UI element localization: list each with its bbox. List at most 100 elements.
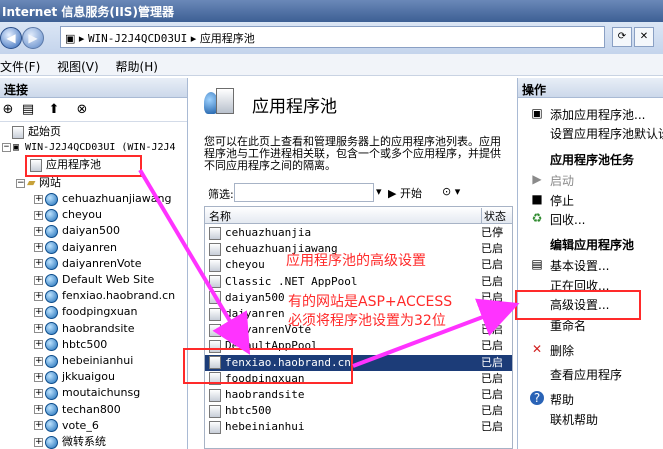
action-set-defaults[interactable]: 设置应用程序池默认设置	[550, 125, 663, 142]
tree-site[interactable]: + cehuazhuanjiawang	[34, 191, 171, 207]
edit-header: 编辑应用程序池	[550, 238, 635, 252]
expand-icon[interactable]: +	[34, 243, 43, 253]
tree-start-page[interactable]: 起始页	[12, 124, 61, 140]
table-row[interactable]: haobrandsite 已启	[205, 387, 512, 403]
tree-site[interactable]: + vote_6	[34, 418, 99, 434]
table-row[interactable]: hebeinianhui 已启	[205, 419, 512, 435]
expand-icon[interactable]: +	[34, 405, 43, 415]
tree-site[interactable]: + fenxiao.haobrand.cn	[34, 288, 175, 304]
tree-sites[interactable]: − ▰ 网站	[16, 175, 61, 191]
filter-row: 筛选: ▾ ▶ 开始 ⊙ ▾	[204, 182, 510, 204]
globe-icon	[45, 192, 58, 206]
menu-view[interactable]: 视图(V)	[53, 54, 108, 75]
refresh-icon[interactable]: ⟳	[612, 27, 632, 47]
globe-icon	[45, 257, 58, 271]
globe-icon	[45, 241, 58, 255]
action-view-applications[interactable]: 查看应用程序	[550, 366, 622, 383]
action-delete[interactable]: 删除	[550, 342, 574, 359]
tree-site[interactable]: + jkkuaigou	[34, 369, 115, 385]
tree-site[interactable]: + haobrandsite	[34, 321, 135, 337]
back-button[interactable]: ◀	[0, 27, 22, 49]
column-name[interactable]: 名称	[209, 208, 231, 224]
tasks-header: 应用程序池任务	[550, 153, 635, 167]
globe-icon	[45, 305, 58, 319]
expand-icon[interactable]: +	[34, 226, 43, 236]
action-recycle[interactable]: 回收...	[550, 211, 585, 228]
action-stop[interactable]: 停止	[550, 192, 574, 209]
tree-site[interactable]: + daiyanrenVote	[34, 256, 142, 272]
window-title: Internet 信息服务(IIS)管理器	[0, 0, 663, 22]
expand-icon[interactable]: +	[34, 194, 43, 204]
action-basic-settings[interactable]: 基本设置...	[550, 257, 609, 274]
collapse-icon[interactable]: −	[16, 178, 25, 188]
breadcrumb-server[interactable]: WIN-J2J4QCD03UI	[88, 32, 187, 45]
up-folder-icon[interactable]: ⬆	[46, 102, 62, 118]
recycle-icon: ♻	[531, 211, 543, 225]
app-pool-icon	[209, 404, 221, 418]
tree-site[interactable]: + hbtc500	[34, 337, 107, 353]
expand-icon[interactable]: +	[34, 372, 43, 382]
collapse-icon[interactable]: −	[2, 142, 11, 152]
annotation-line3: 必须将程序池设置为32位	[288, 313, 446, 329]
save-icon[interactable]: ▤	[20, 102, 36, 118]
table-row[interactable]: cehuazhuanjia 已停	[205, 225, 512, 241]
menu-help[interactable]: 帮助(H)	[112, 54, 167, 75]
action-help[interactable]: 帮助	[550, 391, 574, 408]
tree-site[interactable]: + foodpingxuan	[34, 304, 138, 320]
expand-icon[interactable]: +	[34, 340, 43, 350]
globe-icon	[45, 370, 58, 384]
table-row[interactable]: Classic .NET AppPool 已启	[205, 274, 512, 290]
expand-icon[interactable]: +	[34, 275, 43, 285]
tree-site[interactable]: + hebeinianhui	[34, 353, 133, 369]
breadcrumb-sep-icon: ▸	[78, 32, 88, 45]
expand-icon[interactable]: +	[34, 437, 43, 447]
folder-icon: ▰	[27, 176, 39, 189]
delete-icon: ✕	[531, 342, 543, 356]
tree-site[interactable]: + moutaichunsg	[34, 385, 140, 401]
connect-icon[interactable]: ⊕	[0, 102, 16, 118]
column-status[interactable]: 状态	[481, 208, 506, 224]
grid-header: 名称 状态	[205, 207, 512, 224]
address-field[interactable]: ▣ ▸ WIN-J2J4QCD03UI ▸ 应用程序池	[60, 26, 605, 48]
action-add-app-pool[interactable]: 添加应用程序池...	[550, 106, 645, 123]
tree-site[interactable]: + cheyou	[34, 207, 102, 223]
add-pool-icon: ▣	[531, 106, 543, 120]
start-page-icon	[12, 125, 24, 139]
tree-site[interactable]: + Default Web Site	[34, 272, 154, 288]
filter-dropdown-icon[interactable]: ▾	[376, 185, 382, 198]
globe-icon	[45, 289, 58, 303]
start-filter-button[interactable]: ▶ 开始	[388, 185, 422, 201]
disconnect-icon[interactable]: ⊗	[74, 102, 90, 118]
table-row[interactable]: hbtc500 已启	[205, 403, 512, 419]
server-icon: ▣	[65, 32, 76, 45]
expand-icon[interactable]: +	[34, 210, 43, 220]
tree-site[interactable]: + 微转系统	[34, 434, 106, 449]
stop-icon: ■	[531, 192, 543, 206]
tree-site[interactable]: + daiyanren	[34, 240, 117, 256]
tree-site[interactable]: + techan800	[34, 402, 121, 418]
menu-file[interactable]: 文件(F)	[0, 54, 49, 75]
tree-server[interactable]: − ▣ WIN-J2J4QCD03UI (WIN-J2J4	[2, 140, 176, 156]
filter-input[interactable]	[234, 183, 374, 202]
breadcrumb-app-pools[interactable]: 应用程序池	[200, 32, 255, 45]
expand-icon[interactable]: +	[34, 307, 43, 317]
tree-site[interactable]: + daiyan500	[34, 223, 120, 239]
expand-icon[interactable]: +	[34, 291, 43, 301]
globe-icon	[45, 435, 58, 449]
expand-icon[interactable]: +	[34, 388, 43, 398]
expand-icon[interactable]: +	[34, 259, 43, 269]
app-pools-large-icon	[204, 88, 238, 118]
expand-icon[interactable]: +	[34, 356, 43, 366]
stop-icon[interactable]: ✕	[634, 27, 654, 47]
action-online-help[interactable]: 联机帮助	[550, 411, 598, 428]
globe-icon	[45, 208, 58, 222]
expand-icon[interactable]: +	[34, 324, 43, 334]
app-pool-icon	[209, 323, 221, 337]
go-icon: ▶	[388, 187, 400, 200]
globe-icon	[45, 322, 58, 336]
action-start[interactable]: 启动	[550, 172, 574, 189]
app-pool-icon	[209, 291, 221, 305]
forward-button[interactable]: ▶	[22, 27, 44, 49]
expand-icon[interactable]: +	[34, 421, 43, 431]
show-all-icon[interactable]: ⊙ ▾	[442, 185, 460, 198]
